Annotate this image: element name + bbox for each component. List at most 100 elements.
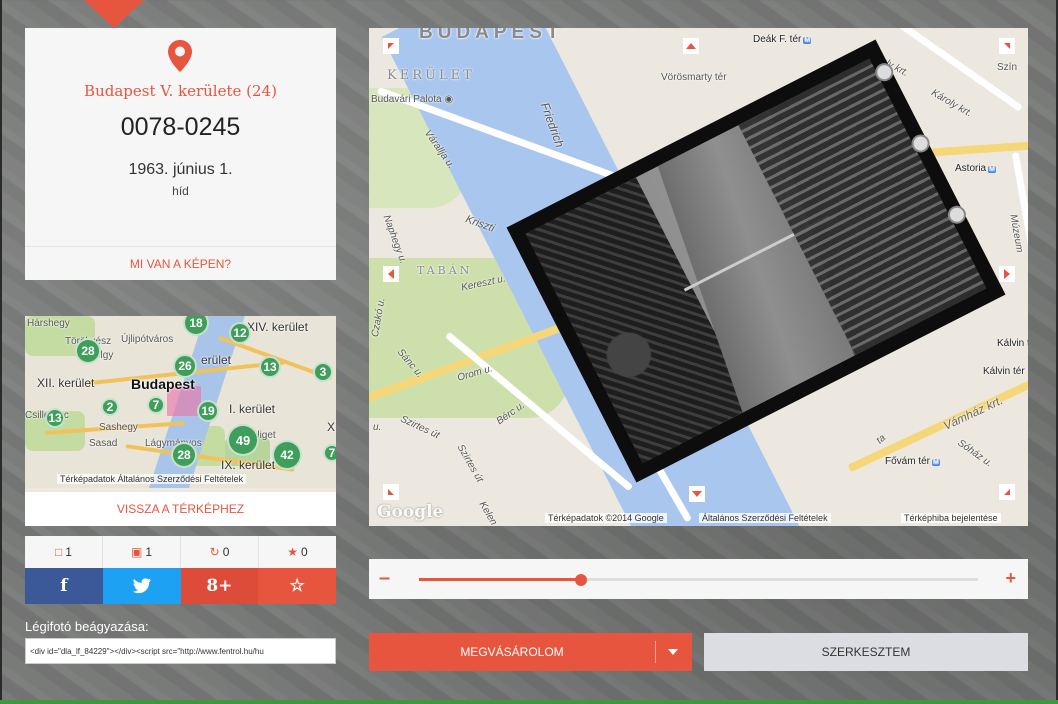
- pins-count: 1: [145, 545, 153, 559]
- se-pan-arrow-icon[interactable]: [999, 484, 1015, 500]
- map-label: Sashegy: [99, 422, 138, 433]
- plus-icon[interactable]: +: [1005, 568, 1016, 589]
- pins-stat[interactable]: ▣ 1: [103, 536, 181, 568]
- mini-map-canvas[interactable]: Hárshegy Törökvész Újlipótváros XIV. ker…: [25, 316, 336, 488]
- map-label: XIV. kerület: [247, 320, 308, 334]
- photo-stats: □ 1 ▣ 1 ↻ 0 ★ 0: [25, 536, 336, 568]
- slider-track[interactable]: [419, 574, 978, 586]
- map-terms-link[interactable]: Általános Szerződési Feltételek: [699, 513, 831, 523]
- favorites-stat[interactable]: ★ 0: [259, 536, 336, 568]
- edit-button[interactable]: SZERKESZTEM: [704, 633, 1028, 671]
- photo-cluster-marker[interactable]: 26: [173, 354, 197, 378]
- googleplus-share-button[interactable]: 8+: [180, 568, 259, 604]
- north-pan-arrow-icon[interactable]: [683, 38, 699, 54]
- photo-cluster-marker[interactable]: 7: [323, 444, 336, 462]
- favorite-button[interactable]: ☆: [258, 568, 336, 604]
- map-label-deak: Deák F. tér M: [753, 34, 812, 45]
- photo-cluster-marker[interactable]: 13: [259, 356, 281, 378]
- map-label: Budapest: [131, 376, 195, 392]
- favorites-count: 0: [301, 545, 308, 559]
- nw-pan-arrow-icon[interactable]: [383, 38, 399, 54]
- photo-cluster-marker[interactable]: 12: [229, 322, 251, 344]
- slider-handle[interactable]: [575, 574, 588, 586]
- map-label-ta: ta: [874, 432, 888, 447]
- photo-cluster-marker[interactable]: 13: [45, 408, 65, 428]
- map-label-fovam: Fővám tér M: [885, 456, 940, 467]
- opacity-slider: – +: [369, 559, 1028, 599]
- map-label: X.: [327, 420, 336, 434]
- map-label-vorosmarty: Vörösmarty tér: [661, 72, 727, 83]
- map-label: XII. kerület: [37, 376, 95, 390]
- map-label-muzeum: Múzeum: [1007, 213, 1025, 254]
- photo-cluster-marker[interactable]: 7: [147, 396, 165, 414]
- mini-map-attribution[interactable]: Térképadatok Általános Szerződési Feltét…: [57, 474, 247, 484]
- slider-fill: [419, 578, 582, 581]
- location-marker-triangle: [84, 0, 144, 28]
- buy-separator: [655, 641, 656, 663]
- photo-cluster-marker[interactable]: 49: [227, 424, 259, 456]
- map-label-u: u.: [373, 422, 382, 433]
- photo-cluster-marker[interactable]: 19: [197, 400, 219, 422]
- comments-stat[interactable]: □ 1: [25, 536, 103, 568]
- photo-id: 0078-0245: [120, 113, 241, 141]
- map-label: erület: [201, 353, 232, 367]
- south-pan-arrow-icon[interactable]: [689, 486, 705, 502]
- map-label-sohaz: Sóház u.: [955, 437, 995, 470]
- comment-icon: □: [55, 545, 63, 559]
- star-outline-icon: ☆: [289, 576, 305, 595]
- bottom-stripe: [0, 700, 1058, 704]
- west-pan-arrow-icon[interactable]: [383, 266, 399, 282]
- buy-button-label: MEGVÁSÁROLOM: [460, 645, 564, 659]
- embed-label: Légifotó beágyazása:: [25, 619, 149, 634]
- map-label-karoly: Károly krt.: [929, 87, 974, 120]
- facebook-share-button[interactable]: f: [25, 568, 103, 604]
- twitter-icon: [132, 577, 151, 593]
- map-label-kalvin: Kálvin tér: [997, 338, 1028, 349]
- map-label-szirtes: Szirtes út: [454, 442, 486, 485]
- twitter-share-button[interactable]: [102, 568, 181, 604]
- share-bar: f 8+ ☆: [25, 568, 336, 604]
- embed-code-field[interactable]: [25, 638, 336, 664]
- map-label-astoria: Astoria M: [955, 163, 996, 174]
- photo-cluster-marker[interactable]: 28: [75, 338, 101, 364]
- district-link[interactable]: Budapest V. kerülete (24): [25, 82, 336, 100]
- location-pin-icon: [168, 40, 192, 72]
- map-label: Sasad: [89, 438, 118, 449]
- photo-cluster-marker[interactable]: 3: [313, 362, 333, 382]
- photo-cluster-marker[interactable]: 42: [272, 440, 302, 470]
- buy-button[interactable]: MEGVÁSÁROLOM: [369, 633, 692, 671]
- back-to-map-button[interactable]: VISSZA A TÉRKÉPHEZ: [25, 492, 336, 526]
- repeat-icon: ↻: [209, 545, 220, 559]
- photo-tag[interactable]: híd: [25, 184, 336, 198]
- whats-in-photo-button[interactable]: MI VAN A KÉPEN?: [25, 246, 336, 280]
- map-attribution-bar: Térképadatok ©2014 Google Általános Szer…: [369, 512, 1028, 526]
- map-label: IX. kerület: [221, 458, 276, 472]
- map-label-budapest: BUDAPEST: [419, 28, 564, 43]
- minus-icon[interactable]: –: [379, 568, 390, 588]
- map-label-vamhaz: Vámház krt.: [941, 393, 1005, 433]
- map-data-attribution: Térképadatok ©2014 Google: [545, 513, 667, 523]
- star-icon: ★: [287, 545, 299, 559]
- chevron-down-icon[interactable]: [668, 649, 678, 655]
- photo-info-card: Budapest V. kerülete (24) 0078-0245 1963…: [25, 28, 336, 280]
- map-label-budavari-palota: Budavári Palota ◉: [371, 94, 454, 105]
- map-label-szin: Szín: [997, 62, 1018, 73]
- map-label-kalvin-2: Kálvin tér: [983, 366, 1025, 377]
- map-label: I. kerület: [229, 402, 276, 416]
- pin-badge-icon: ▣: [130, 545, 143, 559]
- mini-map[interactable]: Hárshegy Törökvész Újlipótváros XIV. ker…: [25, 316, 336, 526]
- shares-stat[interactable]: ↻ 0: [181, 536, 259, 568]
- facebook-icon: f: [60, 576, 68, 596]
- sw-pan-arrow-icon[interactable]: [383, 484, 399, 500]
- photo-cluster-marker[interactable]: 2: [101, 398, 119, 416]
- ne-pan-arrow-icon[interactable]: [999, 38, 1015, 54]
- shares-count: 0: [222, 545, 230, 559]
- main-map[interactable]: BUDAPEST KERÜLET Budavári Palota ◉ Deák …: [369, 28, 1028, 526]
- map-label: Újlipótváros: [121, 334, 174, 345]
- photo-cluster-marker[interactable]: 28: [171, 442, 197, 468]
- map-report-link[interactable]: Térképhiba bejelentése: [901, 513, 1001, 523]
- photo-date: 1963. június 1.: [128, 161, 233, 178]
- east-pan-arrow-icon[interactable]: [999, 266, 1015, 282]
- map-label: Hárshegy: [27, 318, 70, 329]
- comments-count: 1: [65, 545, 72, 559]
